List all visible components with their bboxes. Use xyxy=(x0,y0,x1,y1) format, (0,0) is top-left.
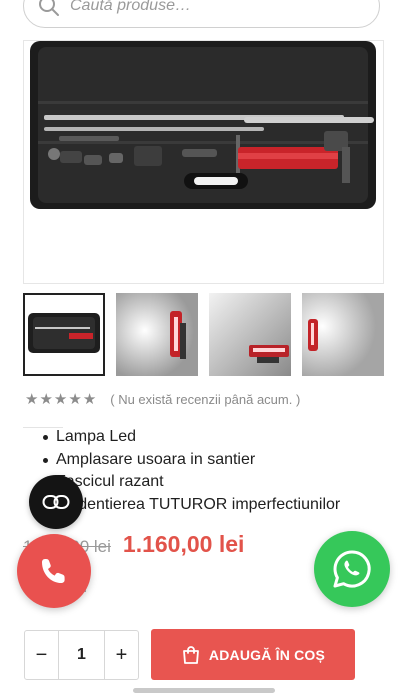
star-icon: ★ xyxy=(25,390,39,408)
search-icon xyxy=(39,0,59,16)
product-main-image[interactable] xyxy=(23,40,384,284)
feature-item: Amplasare usoara in santier xyxy=(40,449,340,472)
search-input[interactable] xyxy=(70,0,350,15)
search-bar[interactable] xyxy=(23,0,380,28)
thumbnail-3[interactable] xyxy=(209,293,291,376)
increment-button[interactable]: + xyxy=(105,631,138,679)
product-case-illustration xyxy=(24,41,383,283)
link-icon xyxy=(42,495,70,509)
star-icon: ★ xyxy=(68,390,82,408)
call-button[interactable] xyxy=(17,534,91,608)
rating-row: ★ ★ ★ ★ ★ ( Nu există recenzii până acum… xyxy=(25,389,300,409)
feature-item: Evidentierea TUTUROR imperfectiunilor xyxy=(40,494,340,517)
quantity-field[interactable]: 1 xyxy=(58,631,105,679)
thumbnail-4[interactable] xyxy=(302,293,384,376)
product-thumbnails xyxy=(23,293,384,377)
home-indicator xyxy=(133,688,275,693)
sale-price: 1.160,00 lei xyxy=(122,531,245,557)
feature-item: Lampa Led xyxy=(40,426,340,449)
feature-list: Lampa Led Amplasare usoara in santier Fa… xyxy=(40,426,340,516)
star-icon: ★ xyxy=(39,390,53,408)
reviews-link[interactable]: ( Nu există recenzii până acum. ) xyxy=(110,392,300,407)
thumbnail-1[interactable] xyxy=(23,293,105,376)
phone-icon xyxy=(42,559,65,583)
add-to-cart-label: ADAUGĂ ÎN COȘ xyxy=(208,646,326,663)
rating-stars: ★ ★ ★ ★ ★ xyxy=(25,392,96,407)
decrement-button[interactable]: − xyxy=(25,631,58,679)
whatsapp-icon xyxy=(333,550,371,588)
star-icon: ★ xyxy=(53,390,68,408)
whatsapp-button[interactable] xyxy=(314,531,390,607)
share-toggle-button[interactable] xyxy=(29,475,83,529)
feature-item: Fascicul razant xyxy=(40,471,340,494)
star-icon: ★ xyxy=(82,390,97,408)
quantity-stepper: − 1 + xyxy=(24,630,139,680)
add-to-cart-button[interactable]: ADAUGĂ ÎN COȘ xyxy=(151,629,355,680)
shopping-bag-icon xyxy=(183,645,199,664)
thumbnail-2[interactable] xyxy=(116,293,198,376)
